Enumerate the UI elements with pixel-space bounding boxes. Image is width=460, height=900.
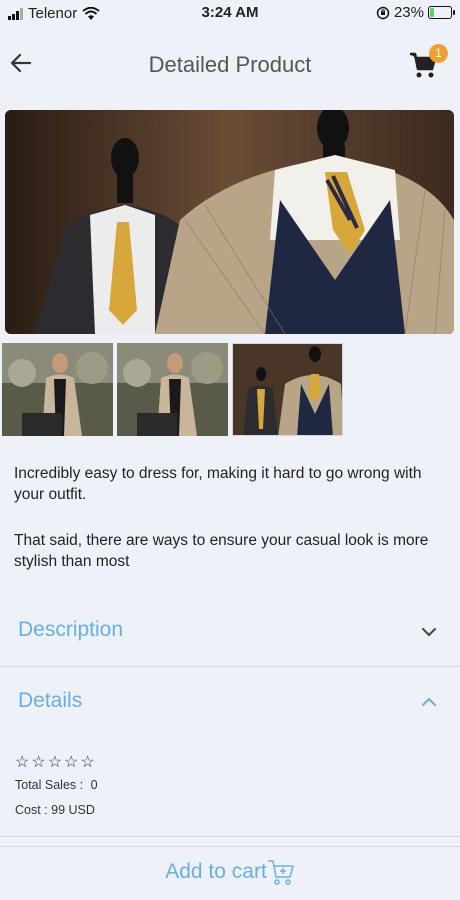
add-to-cart-label: Add to cart [165, 860, 267, 883]
status-bar: Telenor 3:24 AM 23% [0, 0, 460, 26]
thumbnail-strip [2, 343, 343, 436]
cost-label: Cost : [15, 803, 48, 817]
status-right: 23% [376, 4, 455, 21]
product-intro-text: Incredibly easy to dress for, making it … [14, 465, 422, 503]
divider [0, 836, 460, 837]
thumbnail-1[interactable] [2, 343, 113, 436]
details-title: Details [18, 689, 83, 712]
page-title: Detailed Product [148, 52, 312, 77]
product-main-image[interactable] [5, 110, 454, 334]
cart-count-badge: 1 [429, 44, 448, 63]
add-cart-icon [267, 860, 294, 885]
header: Detailed Product 1 [0, 40, 460, 90]
cart-button[interactable]: 1 [408, 44, 448, 82]
star-icon[interactable]: ☆ [80, 752, 94, 772]
thumbnail-2[interactable] [117, 343, 228, 436]
star-icon[interactable]: ☆ [48, 752, 62, 772]
cost: Cost : 99 USD [15, 803, 95, 817]
cost-value: 99 USD [51, 803, 95, 817]
orientation-lock-icon [376, 6, 390, 19]
add-to-cart-button[interactable]: Add to cart [0, 852, 460, 892]
thumbnail-3[interactable] [232, 343, 343, 436]
details-section[interactable]: Details [0, 677, 460, 732]
total-sales-value: 0 [90, 778, 98, 792]
star-icon[interactable]: ☆ [15, 752, 29, 772]
battery-percent: 23% [393, 4, 424, 21]
total-sales: Total Sales : 0 [15, 778, 98, 792]
divider [0, 666, 460, 667]
total-sales-label: Total Sales : [15, 778, 84, 792]
battery-icon [428, 6, 455, 19]
rating-stars: ☆ ☆ ☆ ☆ ☆ [15, 752, 95, 772]
description-section[interactable]: Description [0, 606, 460, 666]
product-intro-text-2: That said, there are ways to ensure your… [14, 532, 429, 570]
chevron-down-icon [422, 628, 436, 637]
star-icon[interactable]: ☆ [31, 752, 45, 772]
divider [0, 846, 460, 847]
chevron-up-icon [422, 697, 436, 706]
description-title: Description [18, 618, 124, 641]
star-icon[interactable]: ☆ [64, 752, 78, 772]
